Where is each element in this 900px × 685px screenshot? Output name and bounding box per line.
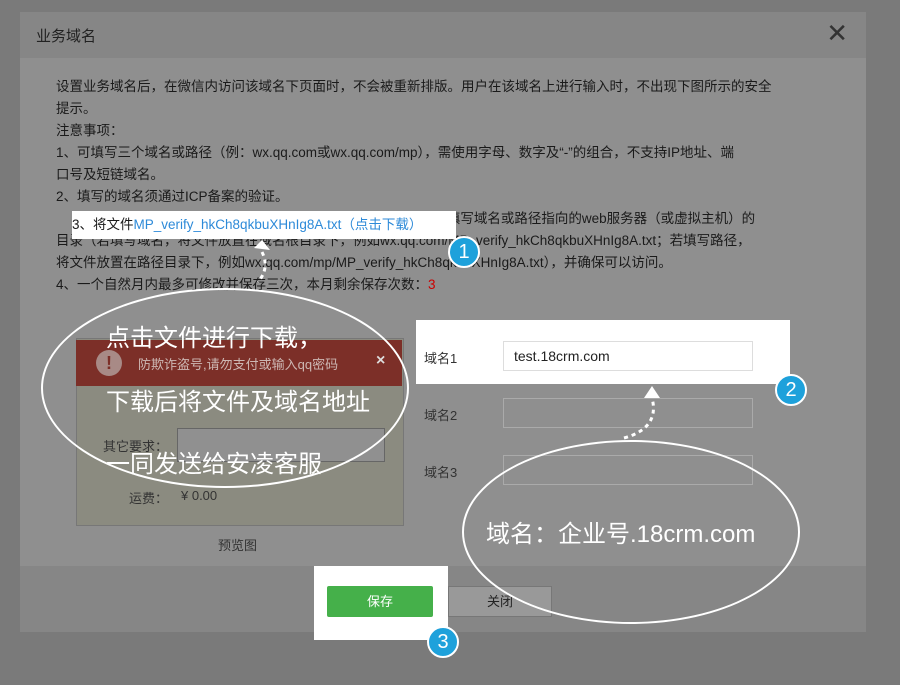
step-2-badge: 2 <box>775 374 807 406</box>
arrow-2-head <box>644 386 660 398</box>
arrow-1-head <box>254 240 270 250</box>
arrow-1 <box>256 251 267 283</box>
callout2-text: 域名：企业号.18crm.com <box>486 521 756 548</box>
step-1-badge: 1 <box>448 236 480 268</box>
callout1-line1: 点击文件进行下载， <box>106 325 322 352</box>
step-3-badge: 3 <box>427 626 459 658</box>
callout1-line3: 一同发送给安凌客服 <box>106 451 322 478</box>
callout1-line2: 下载后将文件及域名地址 <box>106 389 370 416</box>
arrow-2 <box>623 397 655 440</box>
